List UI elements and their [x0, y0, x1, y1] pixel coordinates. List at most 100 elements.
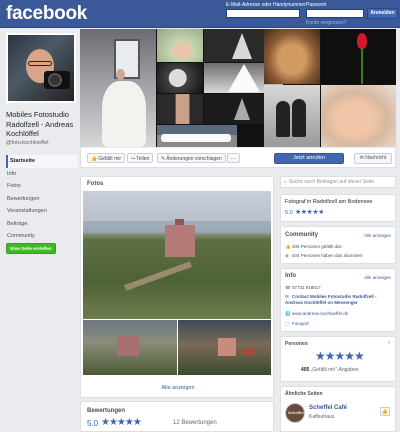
photo-castle-aerial[interactable] [83, 191, 271, 319]
email-field[interactable] [226, 9, 300, 18]
info-category-link[interactable]: ▢ Fotograf [285, 321, 309, 327]
top-bar: facebook E-Mail-Adresse oder Handynummer… [0, 0, 400, 28]
more-options-button[interactable]: ··· [227, 153, 240, 163]
people-title: Personen [285, 341, 308, 347]
info-see-all-link[interactable]: Alle anzeigen [364, 275, 391, 280]
follow-icon: ◉ [285, 253, 289, 258]
cover-photo[interactable] [80, 29, 396, 147]
reviews-title: Bewertungen [87, 408, 126, 414]
phone-icon: ☎ [285, 285, 291, 290]
community-title: Community [285, 232, 318, 238]
globe-icon: 🌐 [285, 311, 291, 316]
info-phone[interactable]: ☎07732 918817 [285, 285, 321, 291]
cover-couple-photo [264, 85, 320, 147]
tag-icon: ▢ [285, 321, 290, 326]
reviews-score: 5.0 [87, 419, 99, 428]
community-see-all-link[interactable]: Alle anzeigen [364, 233, 391, 238]
chevron-right-icon[interactable]: › [388, 340, 390, 346]
cover-bride-dress [102, 81, 146, 147]
people-card: Personen › ★★★★★ 405 „Gefällt mir“-Angab… [280, 336, 396, 382]
cover-tulip-photo [321, 29, 396, 84]
email-label: E-Mail-Adresse oder Handynummer [226, 2, 306, 8]
castle-roof [242, 348, 256, 356]
like-button[interactable]: 👍Gefällt mir [87, 153, 126, 163]
about-stars: ★★★★★ [295, 209, 324, 216]
page-title: Mobiles Fotostudio Radolfzell - Andreas … [6, 110, 74, 138]
profile-picture[interactable] [6, 33, 76, 103]
photos-card: Fotos Alle anzeigen [80, 176, 274, 398]
community-likes: 👍405 Personen gefällt das [285, 244, 342, 249]
forgot-account-link[interactable]: Konto vergessen? [306, 20, 346, 26]
nav-item-community[interactable]: Community [6, 230, 78, 243]
castle-path [124, 261, 192, 291]
thumbs-up-icon: 👍 [285, 244, 291, 249]
similar-pages-title: Ähnliche Seiten [285, 391, 323, 397]
cover-bubble-photo [157, 63, 203, 93]
similar-page-category: Kaffeehaus [309, 414, 335, 420]
reviews-stars: ★★★★★ [101, 417, 142, 428]
info-title: Info [285, 273, 296, 279]
people-likes-count: 405 „Gefällt mir“-Angaben [301, 367, 359, 373]
profile-camera-lens [48, 73, 62, 87]
photo-castle-evening[interactable] [83, 320, 177, 375]
page-handle[interactable]: @foto.kochloeffel [6, 140, 48, 146]
cover-bride-head [116, 69, 125, 80]
nav-item-fotos[interactable]: Fotos [6, 180, 78, 193]
boat-shape [234, 98, 250, 120]
sail-shape [232, 33, 252, 59]
couple-person-2 [292, 99, 306, 137]
nav-item-startseite[interactable]: Startseite [6, 155, 78, 168]
cover-pregnancy-photo [157, 94, 203, 124]
cover-baby-photo [157, 29, 203, 62]
cover-cat-photo [264, 29, 320, 84]
reviews-card: Bewertungen 5.0 ★★★★★ 12 Bewertungen [80, 401, 274, 432]
similar-page-name[interactable]: Scheffel Café [309, 405, 347, 411]
pencil-icon: ✎ [161, 156, 166, 162]
people-stars: ★★★★★ [315, 349, 365, 363]
page-search-input[interactable]: ⌕ Suche nach Beiträgen auf dieser Seite [280, 176, 396, 188]
photos-title: Fotos [87, 181, 104, 187]
photos-see-all-link[interactable]: Alle anzeigen [81, 385, 275, 391]
tulip-flower [357, 33, 367, 49]
profile-glasses [28, 61, 52, 66]
tulip-stem [361, 48, 363, 84]
about-card: Fotograf in Radolfzell am Bodensee 5.0 ★… [280, 194, 396, 222]
thumbs-up-icon: 👍 [91, 156, 98, 162]
info-messenger-link[interactable]: ✉ Contact Mobiles Fotostudio Radolfzell -… [285, 294, 393, 306]
password-field[interactable] [306, 9, 364, 18]
cover-newborn-photo [321, 85, 396, 147]
community-follows: ◉ 404 Personen haben das abonniert [285, 253, 363, 258]
share-icon: ↪ [131, 156, 136, 162]
nav-item-info[interactable]: Info [6, 168, 78, 181]
scheffel-cafe-logo[interactable]: Scheffel [285, 403, 305, 423]
cover-limousine-photo [157, 125, 237, 147]
message-button[interactable]: ✉ Nachricht [354, 153, 392, 164]
castle-building [165, 225, 195, 257]
nav-item-bewertungen[interactable]: Bewertungen [6, 193, 78, 206]
suggest-edits-button[interactable]: ✎Änderungen vorschlagen [157, 153, 226, 163]
similar-page-like-button[interactable]: 👍 [380, 407, 390, 416]
login-button[interactable]: Anmelden [367, 8, 398, 19]
info-card: Info Alle anzeigen ☎07732 918817 ✉ Contac… [280, 268, 396, 332]
castle-building-2 [117, 336, 139, 356]
call-now-button[interactable]: Jetzt anrufen [274, 153, 344, 164]
share-button[interactable]: ↪Teilen [127, 153, 154, 163]
limousine-shape [161, 134, 231, 142]
reviews-count[interactable]: 12 Bewertungen [173, 420, 217, 426]
about-text: Fotograf in Radolfzell am Bodensee [285, 199, 373, 205]
info-website-link[interactable]: 🌐www.andreas-kochloeffel.de [285, 311, 348, 317]
search-icon: ⌕ [284, 179, 287, 185]
nav-item-veranstaltungen[interactable]: Veranstaltungen [6, 205, 78, 218]
cover-bride-photo [80, 29, 156, 147]
about-score: 5.0 [285, 210, 293, 216]
similar-pages-card: Ähnliche Seiten Scheffel Scheffel Café K… [280, 386, 396, 432]
nav-item-beitraege[interactable]: Beiträge [6, 218, 78, 231]
sail-shape-2 [228, 64, 260, 92]
photo-castle-sunset[interactable] [178, 320, 271, 375]
page-action-bar: 👍Gefällt mir ↪Teilen ✎Änderungen vorschl… [80, 148, 396, 168]
create-page-button[interactable]: Eine Seite erstellen [6, 243, 56, 254]
couple-person-1 [276, 101, 290, 137]
community-card: Community Alle anzeigen 👍405 Personen ge… [280, 226, 396, 264]
facebook-logo[interactable]: facebook [6, 3, 87, 25]
left-navigation: Startseite Info Fotos Bewertungen Verans… [6, 155, 78, 243]
